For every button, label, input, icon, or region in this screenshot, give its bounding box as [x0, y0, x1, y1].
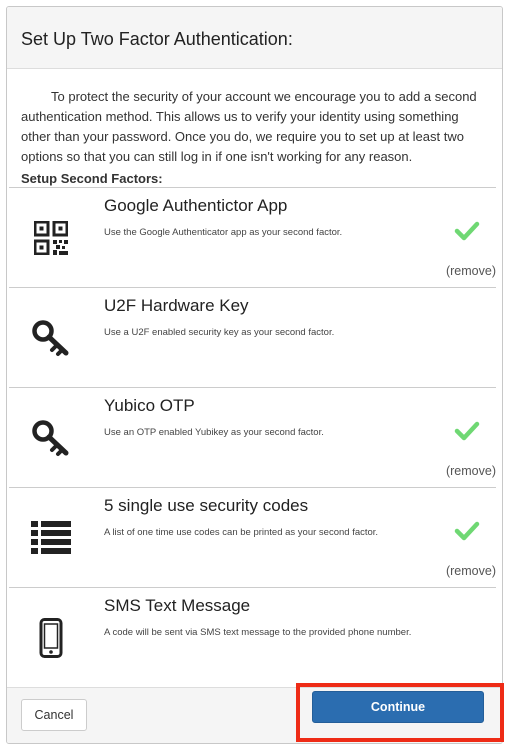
check-icon — [454, 221, 480, 241]
factor-name: Yubico OTP — [104, 396, 195, 415]
factor-google-authenticator[interactable]: Google Authentictor App Use the Google A… — [9, 187, 496, 287]
two-factor-modal: Set Up Two Factor Authentication: To pro… — [6, 6, 503, 744]
factor-description: Use the Google Authenticator app as your… — [104, 227, 343, 238]
factor-name: Google Authentictor App — [104, 196, 288, 215]
remove-link[interactable]: (remove) — [446, 464, 496, 478]
modal-title: Set Up Two Factor Authentication: — [21, 29, 293, 49]
continue-button[interactable]: Continue — [312, 691, 484, 723]
list-icon — [31, 516, 71, 560]
remove-link[interactable]: (remove) — [446, 564, 496, 578]
section-label: Setup Second Factors: — [21, 171, 163, 186]
factor-description: A code will be sent via SMS text message… — [104, 627, 412, 638]
mobile-phone-icon — [31, 616, 71, 660]
factor-name: 5 single use security codes — [104, 496, 309, 515]
qr-code-icon — [31, 216, 71, 260]
factor-sms-text-message[interactable]: SMS Text Message A code will be sent via… — [9, 587, 496, 687]
factor-name: SMS Text Message — [104, 596, 251, 615]
factor-security-codes[interactable]: 5 single use security codes A list of on… — [9, 487, 496, 587]
modal-header: Set Up Two Factor Authentication: — [7, 7, 502, 69]
key-icon — [31, 316, 71, 360]
check-icon — [454, 421, 480, 441]
factor-u2f-hardware-key[interactable]: U2F Hardware Key Use a U2F enabled secur… — [9, 287, 496, 387]
factor-description: A list of one time use codes can be prin… — [104, 527, 379, 538]
cancel-button[interactable]: Cancel — [21, 699, 87, 731]
check-icon — [454, 521, 480, 541]
factor-description: Use an OTP enabled Yubikey as your secon… — [104, 427, 324, 438]
factor-description: Use a U2F enabled security key as your s… — [104, 327, 335, 338]
key-icon — [31, 416, 71, 460]
remove-link[interactable]: (remove) — [446, 264, 496, 278]
factor-name: U2F Hardware Key — [104, 296, 249, 315]
factor-yubico-otp[interactable]: Yubico OTP Use an OTP enabled Yubikey as… — [9, 387, 496, 487]
intro-text: To protect the security of your account … — [21, 89, 477, 164]
